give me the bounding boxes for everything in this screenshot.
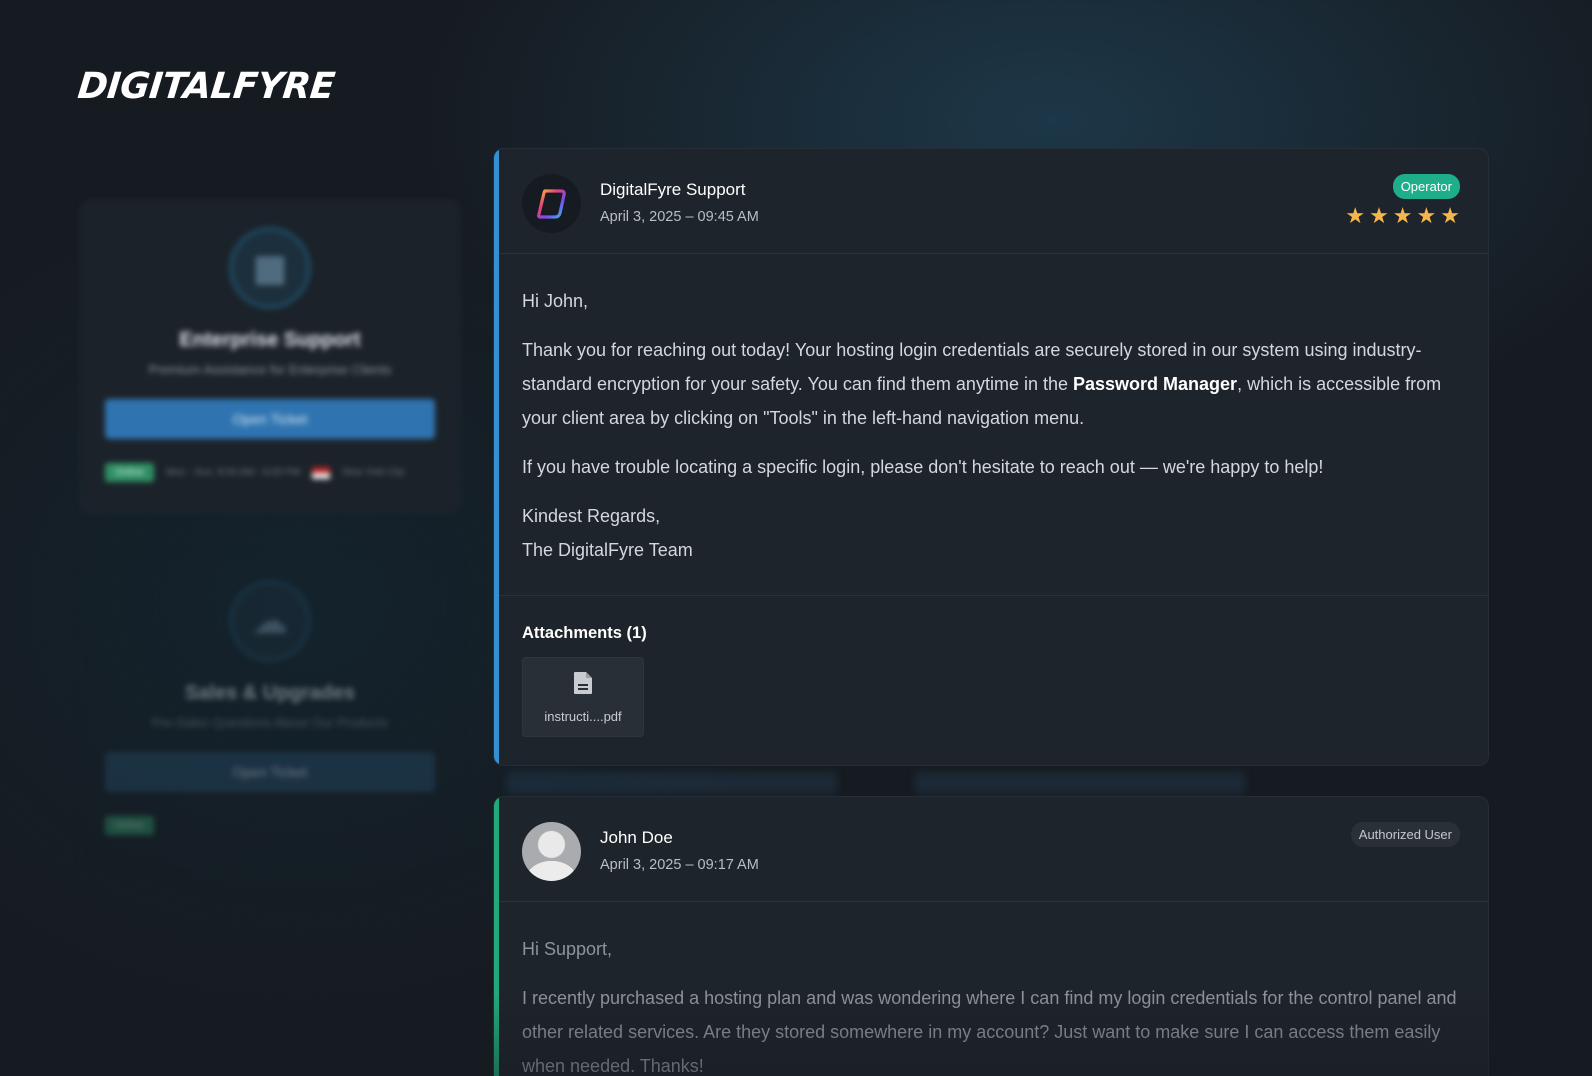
open-ticket-button[interactable]: Open Ticket xyxy=(105,399,435,439)
status-badge: Online xyxy=(105,463,154,482)
message-date: April 3, 2025 – 09:17 AM xyxy=(600,857,759,873)
star-icon[interactable]: ★ xyxy=(1369,205,1389,227)
digitalfyre-logo[interactable]: DIGITALFYRE xyxy=(76,66,337,107)
password-manager-link: Password Manager xyxy=(1073,374,1238,394)
star-icon[interactable]: ★ xyxy=(1440,205,1460,227)
operator-badge: Operator xyxy=(1392,174,1460,199)
body-paragraph: Thank you for reaching out today! Your h… xyxy=(522,340,1442,428)
attachment-file[interactable]: instructi....pdf xyxy=(522,657,644,737)
authorized-user-badge: Authorized User xyxy=(1350,822,1460,847)
star-icon[interactable]: ★ xyxy=(1345,205,1365,227)
signature-line: The DigitalFyre Team xyxy=(522,540,693,560)
message-header: DigitalFyre Support April 3, 2025 – 09:4… xyxy=(494,149,1488,254)
body-paragraph: I recently purchased a hosting plan and … xyxy=(522,988,1457,1076)
us-flag-icon xyxy=(312,466,331,479)
ticket-thread: DigitalFyre Support April 3, 2025 – 09:4… xyxy=(493,148,1489,1076)
building-icon: ▦ xyxy=(229,227,311,309)
star-rating[interactable]: ★ ★ ★ ★ ★ xyxy=(1345,205,1460,227)
attachment-name: instructi....pdf xyxy=(544,708,622,724)
enterprise-support-card: ▦ Enterprise Support Premium Assistance … xyxy=(80,200,460,513)
signature-line: Kindest Regards, xyxy=(522,506,661,526)
hours-text: Mon - Sun, 8:00 AM - 8:00 PM xyxy=(165,467,301,478)
status-badge: Online xyxy=(105,816,154,835)
user-message: John Doe April 3, 2025 – 09:17 AM Author… xyxy=(493,796,1489,1076)
location-text: New York City xyxy=(342,467,405,478)
open-ticket-button[interactable]: Open Ticket xyxy=(105,752,435,792)
document-icon xyxy=(574,671,592,694)
card-subtitle: Premium Assistance for Enterprise Client… xyxy=(148,362,392,377)
attachments-title: Attachments (1) xyxy=(522,624,647,642)
card-subtitle: Pre-Sales Questions About Our Products xyxy=(151,715,389,730)
card-meta: Online Mon - Sun, 8:00 AM - 8:00 PM New … xyxy=(105,463,435,482)
attachments-section: Attachments (1) instructi....pdf xyxy=(494,595,1488,765)
star-icon[interactable]: ★ xyxy=(1417,205,1437,227)
message-date: April 3, 2025 – 09:45 AM xyxy=(600,209,759,225)
message-body: Hi Support, I recently purchased a hosti… xyxy=(494,902,1488,1076)
message-header: John Doe April 3, 2025 – 09:17 AM Author… xyxy=(494,797,1488,902)
greeting: Hi John, xyxy=(522,291,589,311)
card-title: Sales & Upgrades xyxy=(184,682,356,704)
card-meta: Online xyxy=(105,816,435,835)
star-icon[interactable]: ★ xyxy=(1393,205,1413,227)
support-sidebar: ▦ Enterprise Support Premium Assistance … xyxy=(80,200,460,906)
author-name: John Doe xyxy=(600,828,673,847)
greeting: Hi Support, xyxy=(522,939,613,959)
author-name: DigitalFyre Support xyxy=(600,180,746,199)
digitalfyre-avatar-icon xyxy=(522,174,581,233)
cloud-icon: ☁ xyxy=(229,580,311,662)
operator-message: DigitalFyre Support April 3, 2025 – 09:4… xyxy=(493,148,1489,766)
user-avatar xyxy=(522,822,581,881)
card-title: Enterprise Support xyxy=(179,329,361,351)
sales-upgrades-card: ☁ Sales & Upgrades Pre-Sales Questions A… xyxy=(80,553,460,866)
blurred-divider xyxy=(493,766,1489,796)
body-paragraph: If you have trouble locating a specific … xyxy=(522,457,1324,477)
message-body: Hi John, Thank you for reaching out toda… xyxy=(494,254,1488,595)
